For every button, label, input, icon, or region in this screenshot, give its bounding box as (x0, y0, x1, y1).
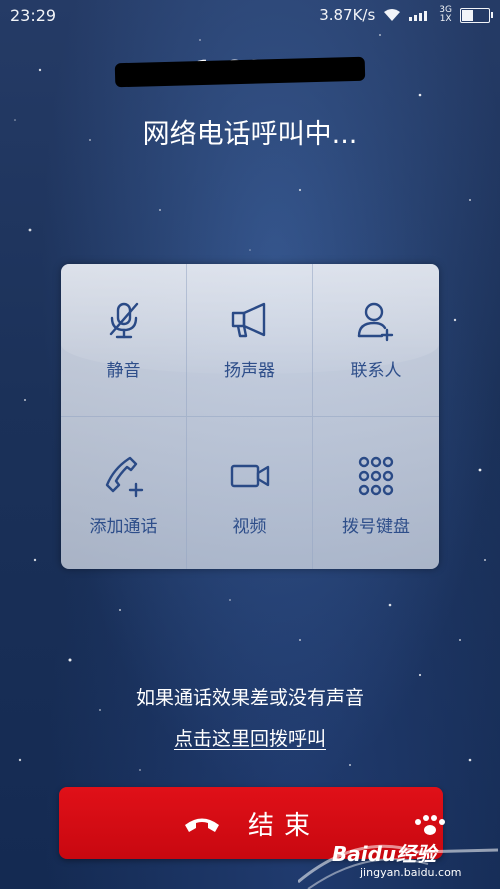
speaker-label: 扬声器 (224, 361, 275, 382)
contacts-button[interactable]: 联系人 (313, 264, 439, 417)
call-status: 网络电话呼叫中... (142, 119, 358, 150)
speaker-icon (231, 303, 265, 338)
network-speed: 3.87K/s (319, 6, 376, 24)
signal-icon (409, 11, 428, 21)
contacts-label: 联系人 (350, 361, 402, 382)
watermark-text: Baidu经验 (332, 842, 437, 866)
add-call-label: 添加通话 (89, 517, 158, 538)
status-time: 23:29 (10, 6, 57, 25)
add-call-button[interactable]: 添加通话 (61, 416, 187, 569)
add-contact-icon (357, 303, 394, 342)
mic-off-icon (109, 303, 138, 339)
wifi-icon (384, 9, 401, 21)
dialpad-label: 拨号键盘 (342, 517, 410, 538)
in-call-controls: 静音 扬声器 联系人 添加通话 视频 拨号键盘 (61, 264, 439, 569)
hangup-icon (184, 818, 219, 832)
status-bar: 23:29 3.87K/s 3G 1X (0, 0, 500, 30)
network-type: 3G 1X (439, 5, 452, 24)
battery-icon (460, 7, 493, 23)
add-call-icon (105, 457, 143, 498)
dialpad-icon (358, 457, 394, 496)
redial-link[interactable]: 点击这里回拨呼叫 (174, 728, 326, 750)
mute-button[interactable]: 静音 (61, 264, 187, 417)
video-icon (230, 465, 269, 488)
video-button[interactable]: 视频 (187, 416, 313, 569)
battery-fill (462, 9, 474, 21)
call-quality-hint: 如果通话效果差或没有声音 (135, 687, 364, 709)
watermark-url: jingyan.baidu.com (360, 866, 462, 879)
dialpad-button[interactable]: 拨号键盘 (313, 417, 439, 570)
speaker-button[interactable]: 扬声器 (187, 264, 313, 417)
status-right: 3.87K/s 3G 1X (319, 5, 493, 24)
video-label: 视频 (232, 517, 267, 538)
mute-label: 静音 (106, 361, 141, 382)
